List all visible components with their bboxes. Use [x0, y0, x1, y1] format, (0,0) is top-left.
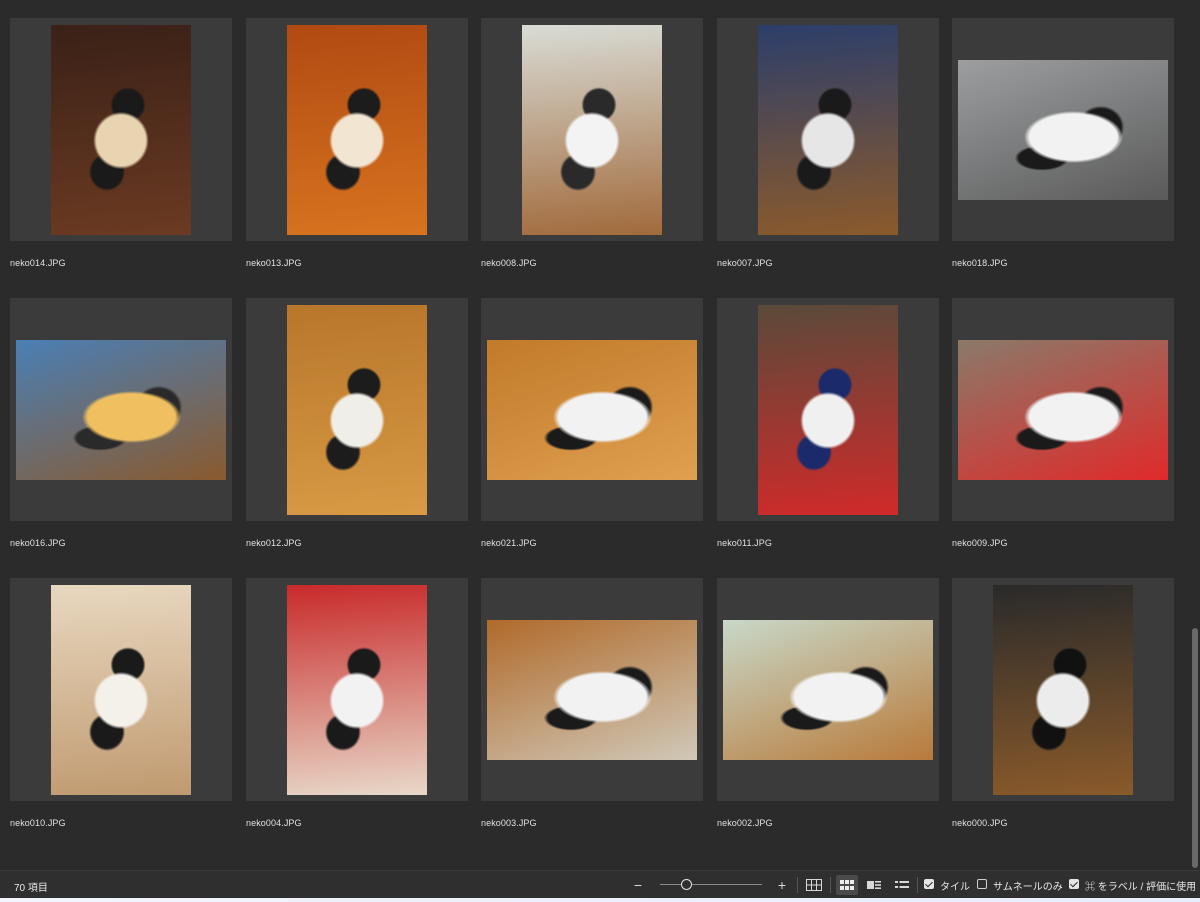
- photo-thumbnail[interactable]: [758, 25, 898, 235]
- thumbnail-tile[interactable]: [952, 578, 1174, 801]
- thumbnail-tile[interactable]: [717, 578, 939, 801]
- file-name-label: neko004.JPG: [246, 818, 302, 828]
- toolbar-divider: [797, 877, 798, 893]
- file-name-label: neko010.JPG: [10, 818, 66, 828]
- cmd-label-rating-checkbox[interactable]: [1069, 879, 1079, 889]
- photo-thumbnail[interactable]: [958, 60, 1168, 200]
- thumbnail-tile[interactable]: [246, 298, 468, 521]
- thumbnail-grid: neko014.JPG neko013.JPG neko008.JPG neko007…: [10, 18, 1180, 868]
- thumbnail-tile[interactable]: [717, 298, 939, 521]
- file-name-label: neko003.JPG: [481, 818, 537, 828]
- thumbnail-only-checkbox[interactable]: [977, 879, 987, 889]
- photo-thumbnail[interactable]: [487, 340, 697, 480]
- file-name-label: neko012.JPG: [246, 538, 302, 548]
- zoom-slider-knob[interactable]: [681, 879, 692, 890]
- photo-thumbnail[interactable]: [487, 620, 697, 760]
- file-name-label: neko011.JPG: [717, 538, 772, 548]
- photo-thumbnail[interactable]: [758, 305, 898, 515]
- file-name-label: neko018.JPG: [952, 258, 1008, 268]
- photo-thumbnail[interactable]: [287, 25, 427, 235]
- file-name-label: neko014.JPG: [10, 258, 66, 268]
- thumbnail-tile[interactable]: [952, 298, 1174, 521]
- file-name-label: neko009.JPG: [952, 538, 1008, 548]
- file-name-label: neko016.JPG: [10, 538, 66, 548]
- tile-view-button[interactable]: [836, 875, 858, 895]
- list-view-icon: [895, 881, 909, 888]
- file-name-label: neko002.JPG: [717, 818, 773, 828]
- zoom-in-button[interactable]: +: [774, 875, 790, 895]
- underlying-window-edge: [0, 898, 1200, 902]
- file-name-label: neko000.JPG: [952, 818, 1008, 828]
- file-name-label: neko007.JPG: [717, 258, 773, 268]
- grid-icon: [806, 879, 822, 891]
- thumbnail-tile[interactable]: [481, 578, 703, 801]
- thumbnail-tile[interactable]: [952, 18, 1174, 241]
- photo-thumbnail[interactable]: [287, 585, 427, 795]
- thumbnail-tile[interactable]: [10, 578, 232, 801]
- photo-thumbnail[interactable]: [16, 340, 226, 480]
- toolbar-divider: [830, 877, 831, 893]
- wide-view-icon: [867, 881, 881, 889]
- cmd-label-rating-label: ⌘ をラベル / 評価に使用: [1085, 882, 1197, 893]
- photo-thumbnail[interactable]: [51, 585, 191, 795]
- thumbnail-tile[interactable]: [10, 18, 232, 241]
- thumbnail-tile[interactable]: [10, 298, 232, 521]
- file-name-label: neko008.JPG: [481, 258, 537, 268]
- thumbnail-tile[interactable]: [717, 18, 939, 241]
- file-name-label: neko021.JPG: [481, 538, 537, 548]
- tile-checkbox[interactable]: [924, 879, 934, 889]
- photo-thumbnail[interactable]: [723, 620, 933, 760]
- bottom-toolbar: 70 項目 − + タイル サムネールのみ ⌘ をラベル / 評価に使用: [0, 870, 1200, 899]
- photo-thumbnail[interactable]: [287, 305, 427, 515]
- vertical-scrollbar[interactable]: [1190, 0, 1200, 868]
- scrollbar-thumb[interactable]: [1192, 628, 1198, 868]
- wide-view-button[interactable]: [864, 875, 884, 895]
- photo-thumbnail[interactable]: [522, 25, 662, 235]
- photo-thumbnail[interactable]: [958, 340, 1168, 480]
- zoom-slider[interactable]: [660, 884, 762, 885]
- list-view-button[interactable]: [892, 875, 912, 895]
- tile-checkbox-label: タイル: [940, 882, 970, 893]
- thumbnail-only-label: サムネールのみ: [993, 882, 1063, 893]
- file-browser-window: neko014.JPG neko013.JPG neko008.JPG neko007…: [0, 0, 1200, 902]
- grid-view-button[interactable]: [804, 875, 824, 895]
- zoom-out-button[interactable]: −: [630, 875, 646, 895]
- photo-thumbnail[interactable]: [51, 25, 191, 235]
- thumbnail-tile[interactable]: [246, 18, 468, 241]
- thumbnail-tile[interactable]: [481, 18, 703, 241]
- tile-view-icon: [840, 880, 854, 890]
- thumbnail-tile[interactable]: [246, 578, 468, 801]
- thumbnail-tile[interactable]: [481, 298, 703, 521]
- photo-thumbnail[interactable]: [993, 585, 1133, 795]
- file-name-label: neko013.JPG: [246, 258, 302, 268]
- item-count: 70 項目: [14, 883, 48, 894]
- toolbar-divider: [917, 877, 918, 893]
